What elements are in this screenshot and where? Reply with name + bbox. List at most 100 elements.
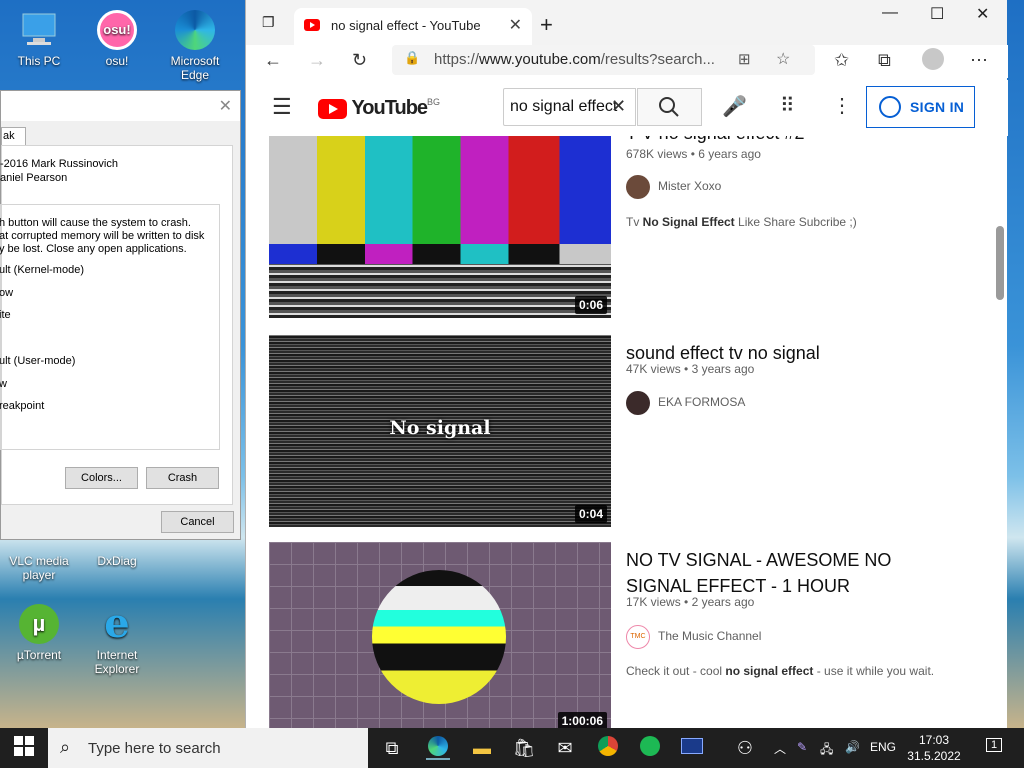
colors-button[interactable]: Colors... [65,467,138,489]
view-count: 47K views [626,362,681,376]
channel-name: Mister Xoxo [658,179,722,194]
add-favorite-icon[interactable]: ☆ [776,49,790,69]
channel-link[interactable]: TMC The Music Channel [626,625,761,649]
settings-dots-icon[interactable]: ⋮ [832,93,852,118]
clock-time: 17:03 [918,733,950,747]
desktop-icon-ie[interactable]: e Internet Explorer [82,602,152,677]
favorites-icon[interactable]: ✩ [834,50,849,71]
volume-icon[interactable]: 🔊 [845,740,860,754]
edge-taskbar-icon[interactable] [426,736,450,760]
collections-icon[interactable]: ⧉ [878,50,891,71]
search-button[interactable] [637,88,702,126]
store-icon[interactable]: 🛍 [512,736,536,760]
youtube-wordmark: YouTube [351,97,428,119]
url-prefix: https:// [434,51,480,68]
forward-icon[interactable]: → [308,50,326,71]
chrome-icon[interactable] [596,736,620,760]
file-explorer-icon[interactable]: ▬ [470,736,494,760]
video-result[interactable]: No signal 0:04 sound effect tv no signal… [269,335,969,527]
tab-actions-icon[interactable]: ❐ [262,14,275,31]
clear-search-icon[interactable]: ✕ [611,96,626,117]
clock[interactable]: 17:03 31.5.2022 г. [904,732,964,768]
search-icon: ⌕ [60,737,71,757]
window-close-icon[interactable]: ✕ [976,4,989,24]
feather-icon[interactable]: ✎ [797,740,807,754]
desktop-icon-label: This PC [17,54,61,68]
channel-link[interactable]: Mister Xoxo [626,175,721,199]
profile-avatar-icon[interactable] [922,48,944,70]
warning-text: h button will cause the system to crash. [0,217,191,229]
more-menu-icon[interactable]: ⋯ [970,50,988,71]
view-count: 678K views [626,147,688,161]
option-radio[interactable]: w [0,378,7,390]
desktop-icon-this-pc[interactable]: This PC [4,8,74,68]
option-radio[interactable]: reakpoint [0,400,44,412]
desktop-icon-utorrent[interactable]: µ µTorrent [4,602,74,662]
apps-grid-icon[interactable]: ⠿ [780,93,795,118]
video-title[interactable]: NO TV SIGNAL - AWESOME NO SIGNAL EFFECT … [626,547,926,599]
upload-age: 6 years ago [698,147,761,161]
video-thumbnail[interactable]: 1:00:06 [269,542,611,728]
app-window-icon[interactable] [680,736,704,760]
youtube-header: ☰ YouTubeBG no signal effect ✕ 🎤 ⠿ ⋮ SIG… [246,80,1008,136]
maximize-icon[interactable]: ☐ [930,4,944,24]
desktop-icon-vlc[interactable]: VLC media player [4,540,74,582]
sign-in-button[interactable]: SIGN IN [866,86,975,128]
clock-date: 31.5.2022 г. [907,749,961,768]
network-icon[interactable]: 🖧 [820,740,833,761]
youtube-logo[interactable]: YouTubeBG [318,97,440,120]
new-tab-icon[interactable]: + [540,12,553,38]
video-thumbnail[interactable]: 0:06 [269,136,611,318]
mail-icon[interactable]: ✉ [553,736,577,760]
video-duration: 0:04 [574,505,607,523]
video-meta: 17K views • 2 years ago [626,595,755,609]
page-scrollbar[interactable] [996,226,1004,300]
back-icon[interactable]: ← [264,50,282,71]
notification-center-icon[interactable]: 1 [986,738,1003,752]
desktop-icon-osu[interactable]: osu! osu! [82,8,152,68]
channel-link[interactable]: EKA FORMOSA [626,391,745,415]
show-hidden-icons-icon[interactable]: ︿ [774,740,786,757]
option-radio[interactable]: ult (Kernel-mode) [0,264,84,276]
url-field[interactable]: 🔒 https://www.youtube.com/results?search… [392,45,815,75]
desktop-icon-edge[interactable]: Microsoft Edge [160,8,230,82]
dialog-tab[interactable]: ak [1,127,26,145]
people-icon[interactable]: ⚇ [733,736,757,760]
microphone-icon[interactable]: 🎤 [722,94,747,119]
crash-dialog: ✕ ak -2016 Mark Russinovich aniel Pearso… [0,90,241,540]
options-group: h button will cause the system to crash.… [0,204,220,450]
view-count: 17K views [626,595,681,609]
option-radio[interactable]: ult (User-mode) [0,355,75,367]
channel-name: The Music Channel [658,629,762,644]
cancel-button[interactable]: Cancel [161,511,234,533]
desktop-icon-dxdiag[interactable]: DxDiag [82,540,152,568]
close-icon[interactable]: ✕ [219,96,232,116]
desc-text: Check it out - cool [626,664,726,678]
lock-icon: 🔒 [404,50,421,65]
crash-button[interactable]: Crash [146,467,219,489]
refresh-icon[interactable]: ↻ [352,50,367,71]
video-thumbnail[interactable]: No signal 0:04 [269,335,611,527]
option-radio[interactable]: ow [0,287,13,299]
video-title[interactable]: T V no signal effect #2 [626,136,926,146]
language-indicator[interactable]: ENG [870,740,896,754]
video-result[interactable]: 1:00:06 NO TV SIGNAL - AWESOME NO SIGNAL… [269,542,969,728]
minimize-icon[interactable]: — [882,4,898,22]
taskbar: ⌕ Type here to search ⧉ ▬ 🛍 ✉ ⚇ ︿ ✎ 🖧 🔊 … [0,728,1024,768]
desc-highlight: No Signal Effect [642,215,735,229]
taskbar-search-input[interactable]: ⌕ Type here to search [48,728,368,768]
tab-close-icon[interactable]: ✕ [509,15,522,35]
search-placeholder: Type here to search [88,740,221,757]
spotify-icon[interactable] [638,736,662,760]
person-icon [879,96,901,118]
windows-start-icon[interactable] [12,736,36,760]
option-radio[interactable]: ite [0,309,11,321]
video-result[interactable]: 0:06 T V no signal effect #2 678K views … [269,136,969,320]
task-view-icon[interactable]: ⧉ [380,736,404,760]
app-available-icon[interactable]: ⊞ [738,50,751,68]
tab-youtube[interactable]: no signal effect - YouTube ✕ [294,8,532,47]
upload-age: 3 years ago [691,362,755,376]
dialog-panel: -2016 Mark Russinovich aniel Pearson h b… [0,145,233,505]
hamburger-menu-icon[interactable]: ☰ [272,94,292,120]
video-duration: 0:06 [574,296,607,314]
